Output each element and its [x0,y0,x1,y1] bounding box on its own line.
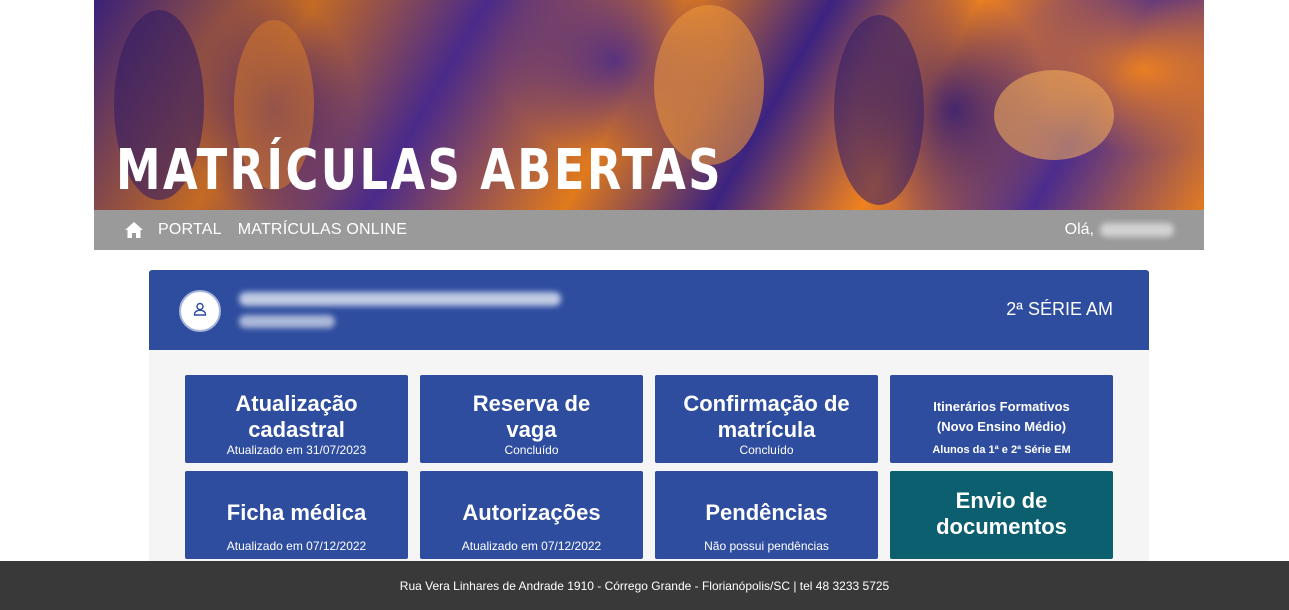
page: MATRÍCULAS ABERTAS PORTAL MATRÍCULAS ONL… [0,0,1289,610]
user-icon [193,302,207,321]
tile-title: Pendências [705,500,828,525]
tile-reserva-de-vaga[interactable]: Reserva de vaga Concluído [420,375,643,463]
student-card: 2ª SÉRIE AM Atualização cadastral Atuali… [149,270,1149,570]
student-name-redacted [239,292,561,306]
tile-subtitle: Não possui pendências [704,539,829,553]
tile-subtitle: Atualizado em 07/12/2022 [461,539,602,553]
tile-pendencias[interactable]: Pendências Não possui pendências [655,471,878,559]
tile-title: Autorizações [462,500,601,525]
tile-subtitle: Alunos da 1ª e 2ª Série EM [932,444,1071,456]
tile-subtitle: Atualizado em 07/12/2022 [226,539,367,553]
student-grade: 2ª SÉRIE AM [1006,299,1113,319]
nav-link-matriculas-online[interactable]: MATRÍCULAS ONLINE [238,221,407,239]
tile-title: Itinerários Formativos (Novo Ensino Médi… [933,399,1070,434]
tile-confirmacao-de-matricula[interactable]: Confirmação de matrícula Concluído [655,375,878,463]
tile-envio-de-documentos[interactable]: Envio de documentos [890,471,1113,559]
banner-photo-figure [994,70,1114,160]
tile-autorizacoes[interactable]: Autorizações Atualizado em 07/12/2022 [420,471,643,559]
footer-address: Rua Vera Linhares de Andrade 1910 - Córr… [399,578,890,593]
tile-subtitle: Concluído [739,443,794,457]
home-icon[interactable] [124,221,144,239]
hero-banner: MATRÍCULAS ABERTAS [94,0,1204,210]
avatar [179,290,221,332]
tile-title: Ficha médica [226,500,367,525]
banner-title: MATRÍCULAS ABERTAS [116,138,723,203]
tile-title: Confirmação de matrícula [683,391,850,442]
banner-photo-figure [834,15,924,205]
student-header: 2ª SÉRIE AM [149,270,1149,350]
tile-subtitle: Atualizado em 31/07/2023 [226,443,367,457]
user-greeting: Olá, [1065,221,1174,239]
nav-link-portal[interactable]: PORTAL [158,221,222,239]
user-name-redacted [1100,223,1174,237]
greeting-label: Olá, [1064,221,1094,238]
tile-title: Reserva de vaga [472,391,591,442]
tile-itinerarios-formativos[interactable]: Itinerários Formativos (Novo Ensino Médi… [890,375,1113,463]
tile-atualizacao-cadastral[interactable]: Atualização cadastral Atualizado em 31/0… [185,375,408,463]
footer: Rua Vera Linhares de Andrade 1910 - Córr… [0,561,1289,610]
tile-subtitle: Concluído [504,443,559,457]
tile-ficha-medica[interactable]: Ficha médica Atualizado em 07/12/2022 [185,471,408,559]
tile-title: Envio de documentos [936,488,1067,539]
top-nav: PORTAL MATRÍCULAS ONLINE Olá, [94,210,1204,250]
student-id-redacted [239,315,335,328]
tile-title: Atualização cadastral [235,391,358,442]
